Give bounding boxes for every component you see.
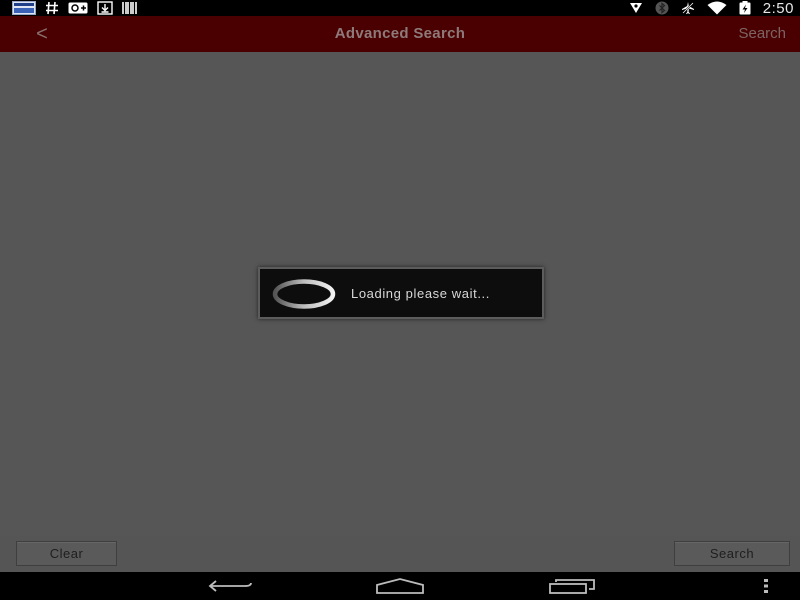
status-bar-system: 2:50: [629, 0, 794, 17]
loading-dialog: Loading please wait...: [258, 267, 544, 319]
nav-home-icon[interactable]: [374, 572, 426, 600]
airplane-icon: [681, 1, 695, 15]
app-screen: 2:50 < Advanced Search Search Clear Sear…: [0, 0, 800, 600]
bluetooth-icon: [655, 1, 669, 15]
wifi-icon: [707, 1, 727, 15]
loading-spinner-icon: [272, 279, 336, 309]
footer-bar: Clear Search: [0, 536, 800, 572]
nav-back-icon[interactable]: [204, 572, 256, 600]
google-plus-icon: [68, 1, 88, 15]
news-app-icon: [12, 1, 36, 15]
page-title: Advanced Search: [334, 25, 466, 42]
clear-button[interactable]: Clear: [16, 541, 117, 566]
battery-charging-icon: [739, 1, 751, 15]
search-action-button[interactable]: Search: [738, 16, 786, 52]
action-bar: < Advanced Search Search: [0, 16, 800, 52]
search-button[interactable]: Search: [674, 541, 790, 566]
status-bar-notifications: [12, 0, 138, 16]
nav-overflow-menu-icon[interactable]: [756, 572, 776, 600]
location-icon: [629, 1, 643, 15]
download-icon: [97, 1, 113, 15]
barcode-icon: [122, 1, 138, 15]
status-time: 2:50: [762, 0, 794, 17]
status-bar: 2:50: [0, 0, 800, 17]
hashtag-icon: [45, 1, 59, 15]
loading-message: Loading please wait...: [351, 286, 490, 301]
nav-recent-apps-icon[interactable]: [546, 572, 598, 600]
navigation-bar: [0, 572, 800, 600]
